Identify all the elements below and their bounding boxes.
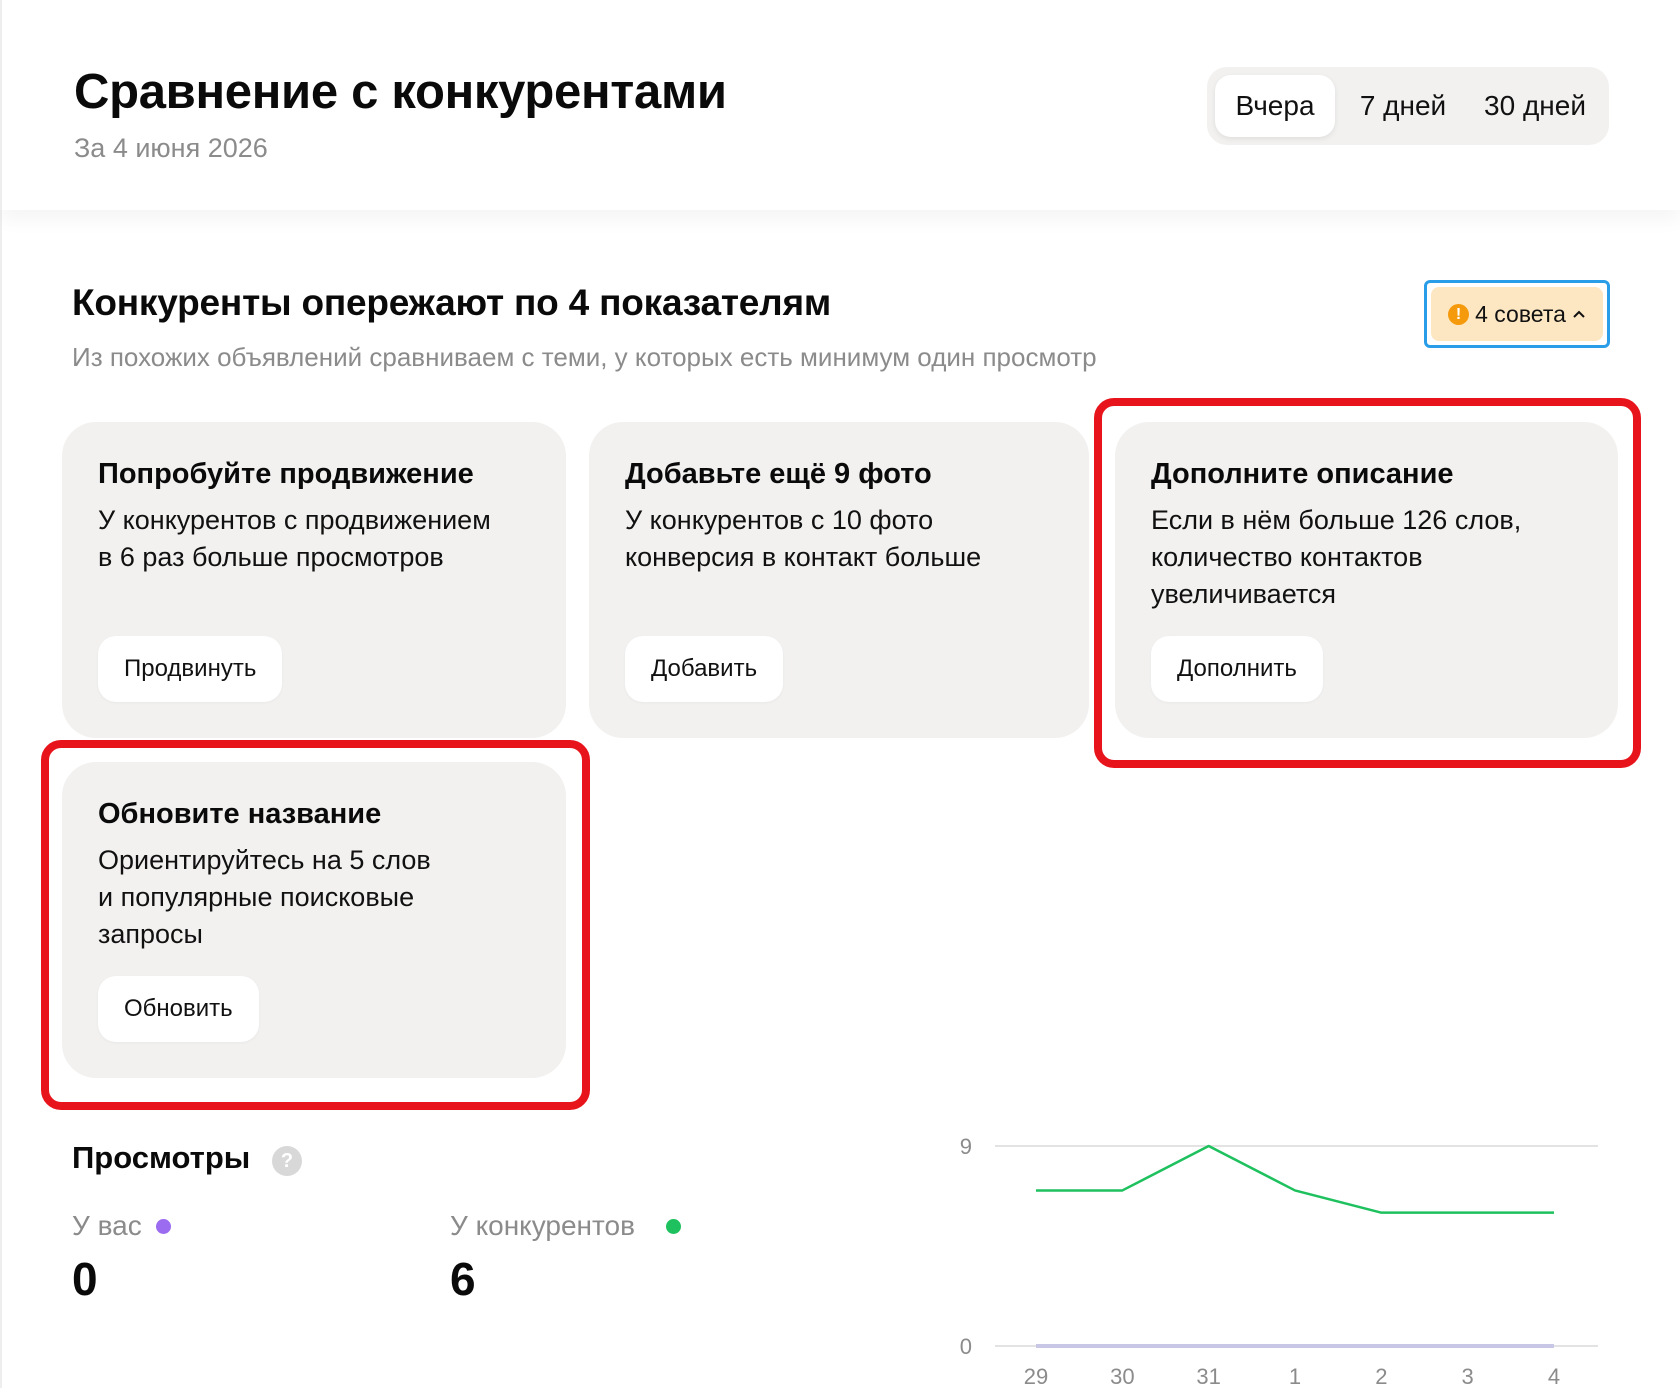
views-chart: 9 0 29 30 31 1 2 3 4: [960, 1134, 1598, 1388]
x-tick-label: 30: [1110, 1364, 1134, 1388]
you-label: У вас: [72, 1210, 142, 1241]
chevron-up-icon: [1573, 310, 1585, 318]
period-yesterday-tab[interactable]: Вчера: [1215, 75, 1335, 137]
tip-card-photos: Добавьте ещё 9 фото У конкурентов с 10 ф…: [589, 422, 1089, 738]
competitors-label: У конкурентов: [450, 1210, 635, 1241]
x-tick-label: 3: [1462, 1364, 1474, 1388]
x-tick-label: 2: [1375, 1364, 1387, 1388]
y-tick-label: 0: [960, 1334, 972, 1359]
card-description: У конкурентов с 10 фото конверсия в конт…: [625, 505, 982, 572]
tips-toggle-button[interactable]: ! 4 совета: [1424, 280, 1610, 348]
competitors-value: 6: [450, 1253, 476, 1305]
x-tick-label: 1: [1289, 1364, 1301, 1388]
card-description: Ориентируйтесь на 5 слов и популярные по…: [98, 845, 431, 949]
tip-card-description: Дополните описание Если в нём больше 126…: [1115, 422, 1618, 738]
card-title: Обновите название: [98, 798, 382, 830]
series-line-competitors: [1036, 1144, 1554, 1214]
period-30-days-tab[interactable]: 30 дней: [1469, 75, 1601, 137]
period-switch: Вчера 7 дней 30 дней: [1207, 67, 1609, 145]
x-tick-label: 29: [1024, 1364, 1048, 1388]
y-tick-label: 9: [960, 1134, 972, 1159]
page-header: Сравнение с конкурентами За 4 июня 2026 …: [0, 0, 1680, 210]
card-title: Дополните описание: [1151, 458, 1454, 490]
question-icon[interactable]: ?: [272, 1146, 302, 1176]
tip-card-promotion: Попробуйте продвижение У конкурентов с п…: [62, 422, 566, 738]
card-description: Если в нём больше 126 слов, количество к…: [1151, 505, 1522, 609]
you-dot: [156, 1219, 171, 1234]
extend-description-button[interactable]: Дополнить: [1151, 636, 1323, 702]
page-title: Сравнение с конкурентами: [74, 65, 727, 119]
views-title: Просмотры: [72, 1140, 251, 1175]
promote-button[interactable]: Продвинуть: [98, 636, 283, 702]
card-description: У конкурентов с продвижением в 6 раз бол…: [98, 505, 491, 572]
report-date: За 4 июня 2026: [74, 133, 268, 163]
card-title: Попробуйте продвижение: [98, 458, 474, 490]
period-7-days-tab[interactable]: 7 дней: [1343, 75, 1463, 137]
warning-icon: !: [1448, 303, 1470, 325]
update-title-button[interactable]: Обновить: [98, 976, 259, 1042]
you-value: 0: [72, 1253, 98, 1305]
tips-count-label: 4 совета: [1475, 300, 1566, 327]
section-title: Конкуренты опережают по 4 показателям: [72, 282, 832, 323]
card-title: Добавьте ещё 9 фото: [625, 458, 932, 490]
add-photos-button[interactable]: Добавить: [625, 636, 784, 702]
x-tick-label: 31: [1196, 1364, 1220, 1388]
section-subtitle: Из похожих объявлений сравниваем с теми,…: [72, 342, 1097, 372]
competitors-dot: [666, 1219, 681, 1234]
x-tick-label: 4: [1548, 1364, 1560, 1388]
tip-card-title: Обновите название Ориентируйтесь на 5 сл…: [62, 762, 566, 1078]
